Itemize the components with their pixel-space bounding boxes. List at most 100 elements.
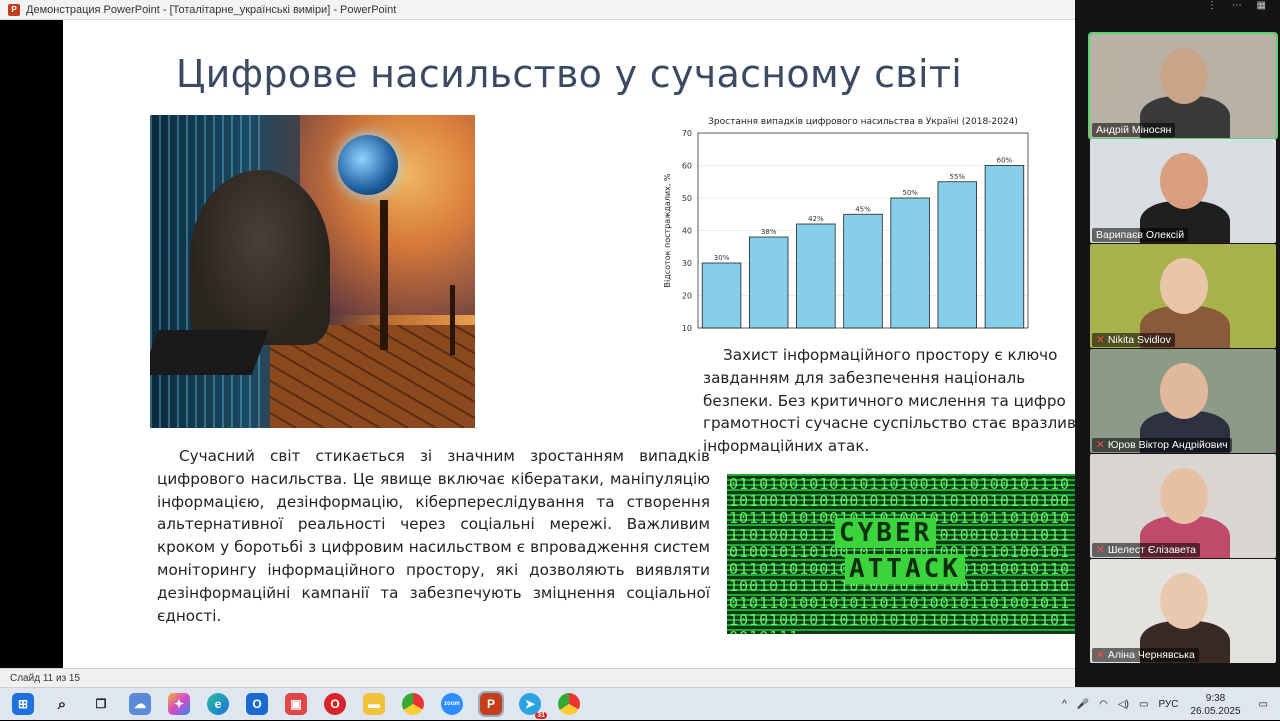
store-icon[interactable]: ▣ bbox=[285, 693, 307, 715]
data-label: 50% bbox=[902, 189, 918, 197]
data-label: 30% bbox=[714, 254, 730, 262]
participant-face bbox=[1160, 363, 1208, 419]
participant-name-text: Шелест Єлізавета bbox=[1107, 544, 1197, 556]
clock-date: 26.05.2025 bbox=[1190, 705, 1241, 717]
participant-tile[interactable]: ✕ Шелест Єлізавета bbox=[1090, 454, 1276, 558]
muted-mic-icon: ✕ bbox=[1096, 544, 1105, 556]
y-tick-label: 10 bbox=[682, 324, 692, 333]
attack-word: ATTACK bbox=[845, 554, 965, 584]
y-tick-label: 20 bbox=[682, 292, 692, 301]
task-view-icon[interactable]: ❐ bbox=[90, 693, 112, 715]
y-tick-label: 30 bbox=[682, 259, 692, 268]
y-tick-label: 70 bbox=[682, 129, 692, 138]
bar bbox=[890, 197, 930, 329]
participant-name: ✕ Юров Віктор Андрійович bbox=[1092, 438, 1232, 452]
participant-face bbox=[1160, 468, 1208, 524]
muted-mic-icon: ✕ bbox=[1096, 334, 1105, 346]
participant-name: Андрій Міносян bbox=[1092, 123, 1176, 137]
participant-name: ✕ Шелест Єлізавета bbox=[1092, 543, 1201, 557]
widgets-icon[interactable]: ☁ bbox=[129, 693, 151, 715]
notifications-icon[interactable]: ▭ bbox=[1259, 699, 1268, 710]
right-paragraph-line: Захист інформаційного простору є ключо bbox=[723, 346, 1058, 364]
cyber-word: CYBER bbox=[835, 518, 937, 548]
participant-tile[interactable]: Варипаєв Олексій bbox=[1090, 139, 1276, 243]
bar bbox=[937, 181, 978, 329]
bar bbox=[748, 236, 789, 329]
system-tray: ^ 🎤 ◠ ◁) ▭ РУС 9:38 26.05.2025 ▭ bbox=[1062, 688, 1280, 721]
participant-face bbox=[1160, 258, 1208, 314]
y-axis-label: Відсоток постраждалих, % bbox=[663, 173, 672, 287]
battery-icon[interactable]: ▭ bbox=[1139, 699, 1148, 710]
right-paragraph-line: завданням для забезпечення національ bbox=[703, 368, 1026, 387]
y-tick-label: 40 bbox=[682, 227, 692, 236]
clock[interactable]: 9:38 26.05.2025 bbox=[1190, 692, 1240, 718]
participant-face bbox=[1160, 153, 1208, 209]
participant-face bbox=[1160, 48, 1208, 104]
bar bbox=[843, 213, 883, 329]
data-label: 42% bbox=[808, 215, 824, 223]
participant-name: ✕ Nikita Svidlov bbox=[1092, 333, 1175, 347]
powerpoint-app-icon: P bbox=[8, 3, 20, 16]
muted-mic-icon: ✕ bbox=[1096, 649, 1105, 661]
window-title: Демонстрация PowerPoint - [Тоталітарне_у… bbox=[26, 3, 397, 16]
digital-violence-illustration bbox=[150, 115, 475, 428]
opera-icon[interactable]: O bbox=[324, 693, 346, 715]
bar bbox=[796, 223, 836, 329]
chrome-alt-icon[interactable] bbox=[558, 693, 580, 715]
participant-name: ✕ Аліна Чернявська bbox=[1092, 648, 1199, 662]
clock-time: 9:38 bbox=[1205, 692, 1226, 704]
left-paragraph: Сучасний світ стикається зі значним зрос… bbox=[157, 447, 710, 625]
telegram-icon[interactable]: ➤ 31 bbox=[519, 693, 547, 719]
volume-icon[interactable]: ◁) bbox=[1118, 699, 1129, 710]
bar bbox=[701, 262, 742, 329]
right-paragraph-line: безпеки. Без критичного мислення та цифр… bbox=[703, 391, 1066, 410]
video-participants-panel: ⋮ ⋯ ▦ Андрій Міносян Варипаєв Олексій ✕ Nik… bbox=[1075, 0, 1280, 687]
language-indicator[interactable]: РУС bbox=[1158, 699, 1178, 710]
search-icon[interactable]: ⌕ bbox=[51, 693, 73, 715]
chevron-up-icon[interactable]: ^ bbox=[1062, 699, 1067, 710]
participant-name-text: Nikita Svidlov bbox=[1107, 334, 1171, 346]
right-paragraph: Захист інформаційного простору є ключо з… bbox=[703, 344, 1075, 458]
outlook-icon[interactable]: O bbox=[246, 693, 268, 715]
participant-tile[interactable]: ✕ Nikita Svidlov bbox=[1090, 244, 1276, 348]
participant-name: Варипаєв Олексій bbox=[1092, 228, 1189, 242]
slide-title: Цифрове насильство у сучасному світі bbox=[175, 52, 963, 96]
participant-name-text: Юров Віктор Андрійович bbox=[1107, 439, 1228, 451]
muted-mic-icon: ✕ bbox=[1096, 439, 1105, 451]
copilot-icon[interactable]: ✦ bbox=[168, 693, 190, 715]
wifi-icon[interactable]: ◠ bbox=[1099, 699, 1108, 710]
data-label: 60% bbox=[997, 157, 1013, 165]
microphone-icon[interactable]: 🎤 bbox=[1077, 699, 1089, 710]
participant-face bbox=[1160, 573, 1208, 629]
right-paragraph-line: грамотності сучасне суспільство стає вра… bbox=[703, 414, 1075, 433]
windows-start-icon[interactable]: ⊞ bbox=[12, 693, 34, 715]
panel-controls[interactable]: ⋮ ⋯ ▦ bbox=[1207, 0, 1272, 11]
powerpoint-icon[interactable]: P bbox=[478, 691, 504, 717]
telegram-badge: 31 bbox=[535, 712, 547, 719]
participant-tile[interactable]: ✕ Юров Віктор Андрійович bbox=[1090, 349, 1276, 453]
zoom-icon[interactable]: zoom bbox=[441, 693, 463, 715]
file-explorer-icon[interactable]: ▬ bbox=[363, 693, 385, 715]
right-paragraph-line: інформаційних атак. bbox=[703, 437, 870, 456]
slideshow-stage: Цифрове насильство у сучасному світі Зро… bbox=[0, 20, 1075, 668]
participant-name-text: Андрій Міносян bbox=[1096, 124, 1172, 136]
chart-title: Зростання випадків цифрового насильства … bbox=[708, 117, 1018, 127]
data-label: 55% bbox=[950, 173, 966, 181]
bar-chart-svg: Зростання випадків цифрового насильства … bbox=[663, 117, 1029, 333]
windows-taskbar: ⊞ ⌕ ❐ ☁ ✦ e O ▣ O ▬ zoom P ➤ 31 ^ 🎤 ◠ ◁)… bbox=[0, 687, 1280, 720]
data-label: 45% bbox=[855, 205, 871, 213]
bar-chart: Зростання випадків цифрового насильства … bbox=[643, 113, 1033, 333]
data-label: 38% bbox=[761, 228, 777, 236]
bar bbox=[984, 165, 1025, 329]
edge-icon[interactable]: e bbox=[207, 693, 229, 715]
participant-tile[interactable]: Андрій Міносян bbox=[1088, 32, 1278, 140]
chrome-icon[interactable] bbox=[402, 693, 424, 715]
participant-name-text: Варипаєв Олексій bbox=[1096, 229, 1185, 241]
y-tick-label: 60 bbox=[682, 162, 692, 171]
participant-name-text: Аліна Чернявська bbox=[1107, 649, 1195, 661]
slideshow-statusbar: Слайд 11 из 15 bbox=[0, 668, 1075, 687]
participant-tile[interactable]: ✕ Аліна Чернявська bbox=[1090, 559, 1276, 663]
slide-counter: Слайд 11 из 15 bbox=[10, 672, 81, 684]
slide[interactable]: Цифрове насильство у сучасному світі Зро… bbox=[63, 20, 1075, 668]
y-tick-label: 50 bbox=[682, 194, 692, 203]
